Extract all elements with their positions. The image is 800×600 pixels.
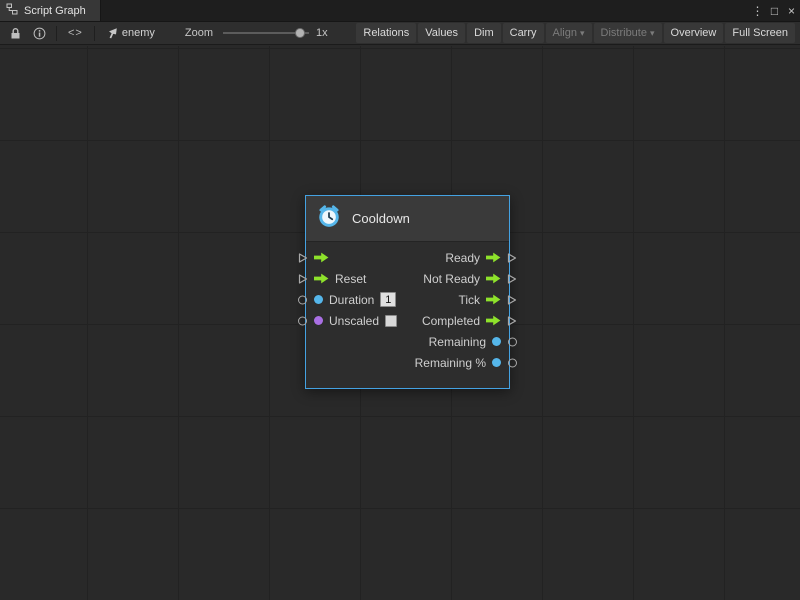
title-bar: Script Graph ⋮ □ × <box>0 0 800 22</box>
port-input-reset[interactable]: Reset <box>314 272 366 286</box>
flow-port-icon <box>314 252 329 263</box>
info-button[interactable] <box>27 23 51 43</box>
close-icon: × <box>788 4 795 18</box>
value-input-socket[interactable] <box>298 295 307 304</box>
maximize-button[interactable]: □ <box>766 0 783 21</box>
bool-port-icon <box>314 316 323 325</box>
distribute-dropdown[interactable]: Distribute▾ <box>594 23 662 43</box>
port-input-unscaled[interactable]: Unscaled <box>314 314 397 328</box>
value-port-icon <box>492 337 501 346</box>
value-output-socket[interactable] <box>508 337 517 346</box>
unscaled-checkbox[interactable] <box>385 315 397 327</box>
node-header[interactable]: Cooldown <box>306 196 509 242</box>
port-row: Ready <box>314 247 501 268</box>
toolbar-buttons: Relations Values Dim Carry Align▾ Distri… <box>356 23 797 43</box>
port-output-completed[interactable]: Completed <box>422 314 501 328</box>
port-row: Remaining <box>314 331 501 352</box>
value-input-socket[interactable] <box>298 316 307 325</box>
flow-output-socket[interactable] <box>507 273 517 284</box>
value-port-icon <box>492 358 501 367</box>
tab-title: Script Graph <box>24 5 86 17</box>
port-row: Reset Not Ready <box>314 268 501 289</box>
flow-port-icon <box>486 273 501 284</box>
port-output-not-ready[interactable]: Not Ready <box>423 272 501 286</box>
port-input-invoke[interactable] <box>314 252 329 263</box>
flow-port-icon <box>486 294 501 305</box>
flow-port-icon <box>314 273 329 284</box>
lock-button[interactable] <box>3 23 27 43</box>
pointer-icon <box>106 27 118 39</box>
port-output-ready[interactable]: Ready <box>445 251 501 265</box>
titlebar-spacer <box>101 0 749 21</box>
flow-output-socket[interactable] <box>507 294 517 305</box>
context-label: enemy <box>122 27 155 39</box>
flow-port-icon <box>486 252 501 263</box>
port-output-remaining-percent[interactable]: Remaining % <box>415 356 501 370</box>
duration-value-field[interactable]: 1 <box>380 292 396 307</box>
toolbar-divider <box>94 26 95 41</box>
flow-input-socket[interactable] <box>298 273 308 284</box>
toolbar-divider <box>56 26 57 41</box>
zoom-slider-handle[interactable] <box>295 28 305 38</box>
node-title: Cooldown <box>352 211 410 226</box>
port-output-tick[interactable]: Tick <box>458 293 501 307</box>
script-graph-window: Script Graph ⋮ □ × <> enemy Zoom 1x Rela… <box>0 0 800 600</box>
tab-script-graph[interactable]: Script Graph <box>0 0 101 21</box>
value-output-socket[interactable] <box>508 358 517 367</box>
port-row: Remaining % <box>314 352 501 373</box>
chevron-down-icon: ▾ <box>580 28 585 39</box>
port-row: Unscaled Completed <box>314 310 501 331</box>
zoom-label: Zoom <box>185 27 213 39</box>
chevron-down-icon: ▾ <box>650 28 655 39</box>
maximize-icon: □ <box>771 4 778 18</box>
dim-button[interactable]: Dim <box>467 23 501 43</box>
code-view-button[interactable]: <> <box>62 27 89 39</box>
close-button[interactable]: × <box>783 0 800 21</box>
zoom-value: 1x <box>316 27 328 39</box>
flow-port-icon <box>486 315 501 326</box>
graph-canvas[interactable]: Cooldown Ready <box>0 46 800 600</box>
info-icon <box>33 27 46 40</box>
port-input-duration[interactable]: Duration 1 <box>314 292 396 307</box>
graph-toolbar: <> enemy Zoom 1x Relations Values Dim Ca… <box>0 22 800 45</box>
graph-context-breadcrumb[interactable]: enemy <box>106 27 155 39</box>
flow-output-socket[interactable] <box>507 252 517 263</box>
fullscreen-button[interactable]: Full Screen <box>725 23 795 43</box>
node-body: Ready Reset <box>306 242 509 388</box>
value-port-icon <box>314 295 323 304</box>
overview-button[interactable]: Overview <box>664 23 724 43</box>
node-cooldown[interactable]: Cooldown Ready <box>305 195 510 389</box>
carry-button[interactable]: Carry <box>503 23 544 43</box>
flow-output-socket[interactable] <box>507 315 517 326</box>
values-button[interactable]: Values <box>418 23 465 43</box>
kebab-menu-icon: ⋮ <box>752 4 764 18</box>
flow-input-socket[interactable] <box>298 252 308 263</box>
port-output-remaining[interactable]: Remaining <box>429 335 501 349</box>
lock-icon <box>10 27 21 40</box>
relations-button[interactable]: Relations <box>356 23 416 43</box>
script-graph-icon <box>6 3 18 18</box>
zoom-slider[interactable] <box>223 28 309 38</box>
align-dropdown[interactable]: Align▾ <box>546 23 592 43</box>
window-menu-button[interactable]: ⋮ <box>749 0 766 21</box>
port-row: Duration 1 Tick <box>314 289 501 310</box>
cooldown-clock-icon <box>316 203 342 234</box>
